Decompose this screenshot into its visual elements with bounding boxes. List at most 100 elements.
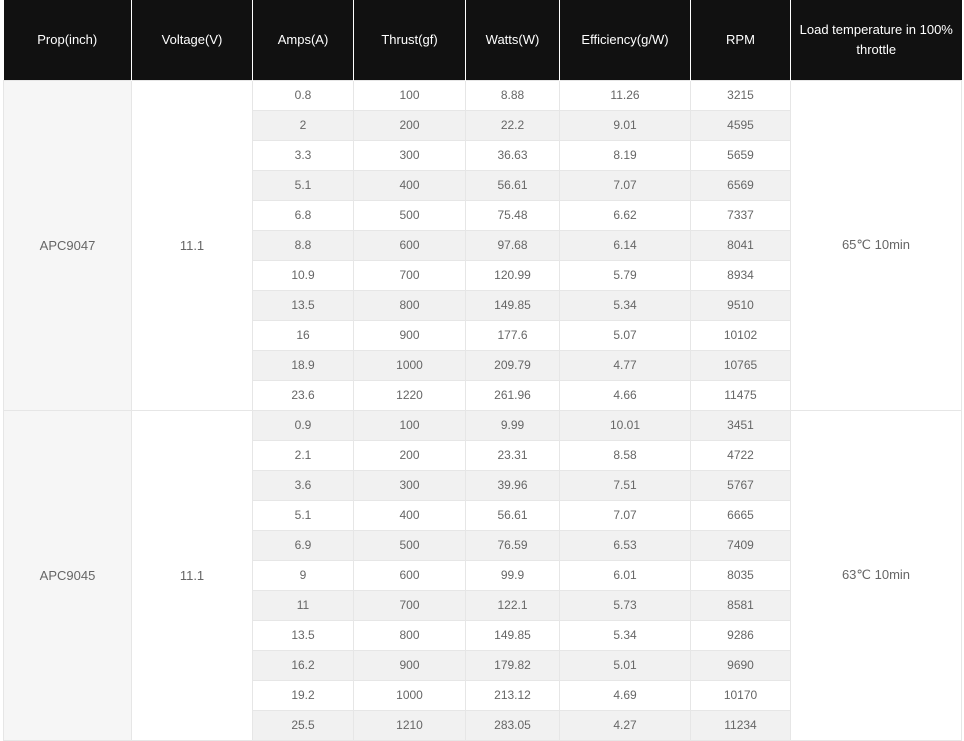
watts-cell: 56.61 xyxy=(465,499,560,531)
rpm-cell: 10765 xyxy=(690,349,791,381)
amps-cell: 19.2 xyxy=(252,679,354,711)
prop-cell: APC9047 xyxy=(3,79,132,411)
amps-cell: 3.6 xyxy=(252,469,354,501)
amps-cell: 16.2 xyxy=(252,649,354,681)
efficiency-cell: 6.53 xyxy=(559,529,691,561)
thrust-cell: 700 xyxy=(353,259,466,291)
amps-cell: 3.3 xyxy=(252,139,354,171)
watts-cell: 56.61 xyxy=(465,169,560,201)
efficiency-cell: 8.58 xyxy=(559,439,691,471)
amps-cell: 8.8 xyxy=(252,229,354,261)
watts-cell: 120.99 xyxy=(465,259,560,291)
rpm-cell: 8041 xyxy=(690,229,791,261)
watts-cell: 122.1 xyxy=(465,589,560,621)
amps-cell: 5.1 xyxy=(252,169,354,201)
header-efficiency: Efficiency(g/W) xyxy=(559,0,691,80)
efficiency-cell: 5.73 xyxy=(559,589,691,621)
header-amps: Amps(A) xyxy=(252,0,354,80)
watts-cell: 213.12 xyxy=(465,679,560,711)
rpm-cell: 5659 xyxy=(690,139,791,171)
thrust-cell: 500 xyxy=(353,529,466,561)
header-thrust: Thrust(gf) xyxy=(353,0,466,80)
header-voltage: Voltage(V) xyxy=(131,0,253,80)
load-temperature-cell: 65℃ 10min xyxy=(790,79,962,411)
amps-cell: 9 xyxy=(252,559,354,591)
thrust-cell: 700 xyxy=(353,589,466,621)
watts-cell: 22.2 xyxy=(465,109,560,141)
thrust-cell: 800 xyxy=(353,619,466,651)
thrust-cell: 800 xyxy=(353,289,466,321)
rpm-cell: 8934 xyxy=(690,259,791,291)
thrust-cell: 300 xyxy=(353,469,466,501)
efficiency-cell: 4.69 xyxy=(559,679,691,711)
efficiency-cell: 6.01 xyxy=(559,559,691,591)
efficiency-cell: 5.34 xyxy=(559,289,691,321)
table-row: APC9047 11.1 0.8 100 8.88 11.26 3215 65℃ 10min xyxy=(3,79,962,411)
watts-cell: 9.99 xyxy=(465,409,560,441)
table-body: APC9047 11.1 0.8 100 8.88 11.26 3215 65℃ 10min 2… xyxy=(3,79,962,741)
thrust-cell: 500 xyxy=(353,199,466,231)
thrust-cell: 200 xyxy=(353,109,466,141)
load-temperature-cell: 63℃ 10min xyxy=(790,409,962,741)
thrust-cell: 1000 xyxy=(353,349,466,381)
watts-cell: 149.85 xyxy=(465,619,560,651)
watts-cell: 149.85 xyxy=(465,289,560,321)
rpm-cell: 7409 xyxy=(690,529,791,561)
thrust-cell: 400 xyxy=(353,169,466,201)
thrust-cell: 1210 xyxy=(353,709,466,741)
table-header: Prop(inch) Voltage(V) Amps(A) Thrust(gf)… xyxy=(3,0,962,80)
header-row: Prop(inch) Voltage(V) Amps(A) Thrust(gf)… xyxy=(3,0,962,80)
voltage-cell: 11.1 xyxy=(131,79,253,411)
motor-test-table: Prop(inch) Voltage(V) Amps(A) Thrust(gf)… xyxy=(3,0,962,741)
efficiency-cell: 9.01 xyxy=(559,109,691,141)
header-watts: Watts(W) xyxy=(465,0,560,80)
watts-cell: 23.31 xyxy=(465,439,560,471)
watts-cell: 209.79 xyxy=(465,349,560,381)
watts-cell: 76.59 xyxy=(465,529,560,561)
rpm-cell: 4595 xyxy=(690,109,791,141)
rpm-cell: 6569 xyxy=(690,169,791,201)
efficiency-cell: 5.79 xyxy=(559,259,691,291)
rpm-cell: 11475 xyxy=(690,379,791,411)
watts-cell: 8.88 xyxy=(465,79,560,111)
page: Prop(inch) Voltage(V) Amps(A) Thrust(gf)… xyxy=(0,0,964,741)
watts-cell: 39.96 xyxy=(465,469,560,501)
thrust-cell: 600 xyxy=(353,229,466,261)
rpm-cell: 9690 xyxy=(690,649,791,681)
amps-cell: 6.8 xyxy=(252,199,354,231)
watts-cell: 36.63 xyxy=(465,139,560,171)
efficiency-cell: 5.01 xyxy=(559,649,691,681)
efficiency-cell: 11.26 xyxy=(559,79,691,111)
efficiency-cell: 8.19 xyxy=(559,139,691,171)
watts-cell: 97.68 xyxy=(465,229,560,261)
watts-cell: 75.48 xyxy=(465,199,560,231)
header-prop: Prop(inch) xyxy=(3,0,132,80)
efficiency-cell: 7.51 xyxy=(559,469,691,501)
efficiency-cell: 6.14 xyxy=(559,229,691,261)
rpm-cell: 4722 xyxy=(690,439,791,471)
thrust-cell: 1220 xyxy=(353,379,466,411)
watts-cell: 283.05 xyxy=(465,709,560,741)
prop-cell: APC9045 xyxy=(3,409,132,741)
watts-cell: 261.96 xyxy=(465,379,560,411)
amps-cell: 2 xyxy=(252,109,354,141)
amps-cell: 25.5 xyxy=(252,709,354,741)
rpm-cell: 11234 xyxy=(690,709,791,741)
efficiency-cell: 7.07 xyxy=(559,499,691,531)
thrust-cell: 100 xyxy=(353,79,466,111)
thrust-cell: 600 xyxy=(353,559,466,591)
rpm-cell: 3215 xyxy=(690,79,791,111)
amps-cell: 5.1 xyxy=(252,499,354,531)
efficiency-cell: 6.62 xyxy=(559,199,691,231)
thrust-cell: 100 xyxy=(353,409,466,441)
efficiency-cell: 7.07 xyxy=(559,169,691,201)
amps-cell: 0.8 xyxy=(252,79,354,111)
rpm-cell: 7337 xyxy=(690,199,791,231)
header-load-temperature: Load temperature in 100% throttle xyxy=(790,0,962,80)
thrust-cell: 900 xyxy=(353,319,466,351)
rpm-cell: 10102 xyxy=(690,319,791,351)
amps-cell: 10.9 xyxy=(252,259,354,291)
voltage-cell: 11.1 xyxy=(131,409,253,741)
amps-cell: 16 xyxy=(252,319,354,351)
watts-cell: 179.82 xyxy=(465,649,560,681)
